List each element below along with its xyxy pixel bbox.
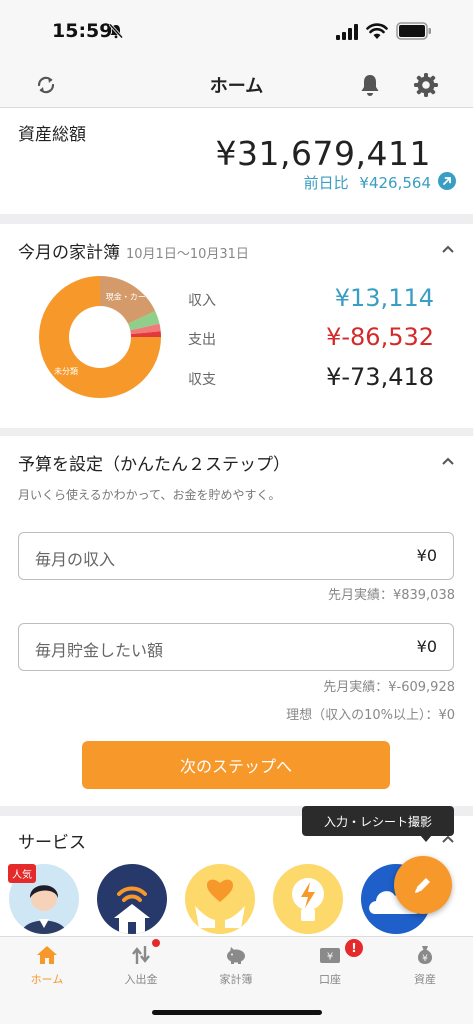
tab-kakeibo[interactable]: 家計簿: [189, 937, 283, 997]
tab-home[interactable]: ホーム: [0, 937, 94, 997]
monthly-saving-value: ¥0: [416, 637, 437, 656]
monthly-income-field[interactable]: 毎月の収入 ¥0: [18, 532, 454, 580]
services-title: サービス: [18, 833, 86, 853]
tab-home-label: ホーム: [30, 973, 64, 986]
status-bar: 15:59: [0, 0, 473, 62]
wifi-icon: [366, 23, 388, 39]
service-home-wifi-icon[interactable]: [97, 864, 167, 934]
daily-change-value: ¥426,564: [359, 174, 431, 192]
income-row: 収入 ¥13,114: [188, 284, 434, 314]
add-entry-fab[interactable]: [394, 856, 452, 914]
transactions-badge: [152, 939, 160, 947]
popular-badge: 人気: [8, 864, 36, 883]
bell-off-icon: [108, 23, 124, 39]
income-value: ¥13,114: [334, 284, 434, 312]
accounts-alert-icon: !: [345, 939, 363, 957]
income-last-month-hint: 先月実績：¥839,038: [327, 588, 455, 603]
donut-slice-label-0: 現金・カー: [106, 291, 146, 301]
monthly-saving-field[interactable]: 毎月貯金したい額 ¥0: [18, 623, 454, 671]
expense-value: ¥-86,532: [326, 323, 434, 351]
budget-title: 予算を設定（かんたん２ステップ）: [18, 455, 290, 475]
balance-label: 収支: [188, 372, 216, 388]
saving-last-month-hint: 先月実績：¥-609,928: [323, 680, 455, 695]
svg-text:¥: ¥: [422, 954, 428, 964]
kakeibo-date-range: 10月1日〜10月31日: [126, 247, 249, 262]
page-title: ホーム: [209, 76, 264, 97]
balance-value: ¥-73,418: [326, 363, 434, 391]
donut-slice-label-4: 未分類: [54, 366, 78, 376]
home-icon: [37, 946, 57, 964]
home-indicator: [152, 1010, 322, 1015]
next-step-button[interactable]: 次のステップへ: [82, 741, 390, 789]
tab-assets[interactable]: ¥ 資産: [378, 937, 472, 997]
tab-assets-label: 資産: [414, 973, 436, 986]
arrow-up-right-icon: [438, 172, 456, 190]
service-electricity-bulb-icon[interactable]: [273, 864, 343, 934]
budget-subtitle: 月いくら使えるかわかって、お金を貯めやすく。: [18, 488, 281, 502]
chevron-up-icon[interactable]: [441, 244, 455, 254]
fab-tooltip-tail: [420, 835, 432, 842]
total-assets-amount: ¥31,679,411: [215, 134, 431, 173]
ideal-saving-hint: 理想（収入の10%以上）：¥0: [286, 708, 455, 723]
monthly-income-value: ¥0: [416, 546, 437, 565]
fab-tooltip: 入力・レシート撮影: [302, 806, 454, 836]
piggy-bank-icon: [227, 947, 245, 964]
expense-label: 支出: [188, 332, 216, 348]
bank-card-icon: ¥: [320, 948, 340, 963]
pencil-icon: [415, 878, 430, 893]
service-insurance-heart-icon[interactable]: [185, 864, 255, 934]
transfer-arrows-icon: [132, 946, 150, 964]
status-time: 15:59: [52, 20, 113, 42]
tab-kakeibo-label: 家計簿: [219, 973, 253, 986]
tab-accounts[interactable]: ¥ ! 口座: [283, 937, 377, 997]
svg-text:¥: ¥: [327, 952, 333, 963]
nav-bar: ホーム: [0, 62, 473, 108]
tab-accounts-label: 口座: [319, 973, 341, 986]
settings-gear-icon[interactable]: [411, 70, 441, 100]
balance-row: 収支 ¥-73,418: [188, 363, 434, 393]
total-assets-title: 資産総額: [18, 125, 86, 145]
notification-bell-icon[interactable]: [355, 70, 385, 100]
money-bag-icon: ¥: [417, 946, 433, 964]
daily-change-label: 前日比: [303, 174, 349, 192]
cellular-signal-icon: [336, 24, 358, 40]
kakeibo-heading: 今月の家計簿 10月1日〜10月31日: [18, 238, 249, 263]
tab-transactions[interactable]: 入出金: [94, 937, 188, 997]
expense-donut-chart[interactable]: 現金・カー未分類: [38, 275, 162, 399]
monthly-income-label: 毎月の収入: [35, 550, 116, 569]
battery-icon: [396, 22, 431, 40]
expense-row: 支出 ¥-86,532: [188, 323, 434, 353]
kakeibo-title: 今月の家計簿: [18, 243, 120, 263]
total-assets-card[interactable]: 資産総額 ¥31,679,411 前日比 ¥426,564: [0, 108, 473, 214]
income-label: 収入: [188, 293, 216, 309]
monthly-saving-label: 毎月貯金したい額: [35, 641, 164, 660]
daily-change: 前日比 ¥426,564: [304, 172, 431, 193]
tab-transactions-label: 入出金: [124, 973, 158, 986]
chevron-up-icon[interactable]: [441, 456, 455, 466]
